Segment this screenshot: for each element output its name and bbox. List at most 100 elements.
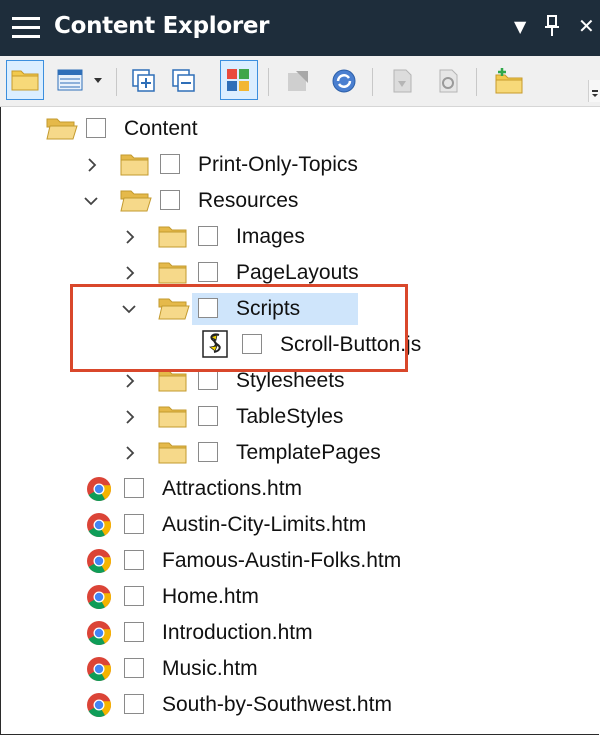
show-files-button[interactable] [220,60,258,100]
toolbar-overflow-button[interactable] [588,80,600,102]
tree-item-label: Introduction.htm [162,621,313,644]
tree-item-checkbox[interactable] [198,406,218,426]
hamburger-menu-icon[interactable] [12,17,40,39]
properties-button[interactable] [384,63,418,97]
chrome-browser-icon [86,476,112,502]
expand-all-button[interactable] [126,63,160,97]
open-icon [288,71,308,91]
tree-item-resources[interactable]: Resources [0,184,600,218]
toolbar-separator [116,68,117,96]
tree-item-checkbox[interactable] [86,118,106,138]
chrome-browser-icon [86,512,112,538]
tree-item-checkbox[interactable] [198,262,218,282]
tree-item-checkbox[interactable] [124,478,144,498]
toolbar-separator [372,68,373,96]
tree-item-tablestyles[interactable]: TableStyles [0,400,600,434]
chevron-down-icon[interactable] [82,191,98,211]
dropdown-arrow-icon [94,78,102,83]
chevron-right-icon[interactable] [122,227,138,247]
chrome-browser-icon [86,584,112,610]
view-dropdown-button[interactable] [88,63,108,97]
folder-icon [11,70,39,91]
tree-item-label: Stylesheets [236,369,345,392]
tree-item-checkbox[interactable] [198,226,218,246]
tree-item-label: PageLayouts [236,261,359,284]
panel-titlebar: Content Explorer ▼ ✕ [0,0,600,56]
tree-item-print-only-topics[interactable]: Print-Only-Topics [0,148,600,182]
tree-item-famous-austin-folks-htm[interactable]: Famous-Austin-Folks.htm [0,544,600,578]
chevron-right-icon[interactable] [122,263,138,283]
tree-item-music-htm[interactable]: Music.htm [0,652,600,686]
show-files-icon [227,69,249,91]
toolbar [0,56,600,107]
view-icon [57,69,83,91]
tree-item-label: Austin-City-Limits.htm [162,513,367,536]
tree-item-home-htm[interactable]: Home.htm [0,580,600,614]
edit-icon [439,69,458,93]
tree-item-checkbox[interactable] [124,586,144,606]
callout-highlight-box [70,284,408,372]
tree-item-label: Print-Only-Topics [198,153,358,176]
tree-item-label: Famous-Austin-Folks.htm [162,549,402,572]
tree-item-templatepages[interactable]: TemplatePages [0,436,600,470]
tree-item-label: Content [124,117,198,140]
tree-item-checkbox[interactable] [198,370,218,390]
tree-item-checkbox[interactable] [160,190,180,210]
collapse-all-icon [172,69,195,92]
tree-item-south-by-southwest-htm[interactable]: South-by-Southwest.htm [0,688,600,722]
pin-icon[interactable] [544,14,560,43]
tree-item-images[interactable]: Images [0,220,600,254]
tree-item-attractions-htm[interactable]: Attractions.htm [0,472,600,506]
tree-item-checkbox[interactable] [124,622,144,642]
chrome-browser-icon [86,692,112,718]
new-folder-icon [495,68,523,94]
tree-item-checkbox[interactable] [198,442,218,462]
properties-icon [393,69,412,93]
folder-icon [158,440,188,464]
folder-open-icon [46,116,78,140]
folder-icon [120,152,150,176]
tree-item-austin-city-limits-htm[interactable]: Austin-City-Limits.htm [0,508,600,542]
chrome-browser-icon [86,548,112,574]
tree-item-checkbox[interactable] [124,694,144,714]
close-icon[interactable]: ✕ [578,14,595,38]
open-button[interactable] [280,63,314,97]
expand-all-icon [132,69,155,92]
tree-item-checkbox[interactable] [124,658,144,678]
folder-open-icon [120,188,152,212]
chrome-browser-icon [86,620,112,646]
sync-button[interactable] [326,63,360,97]
tree-item-label: TemplatePages [236,441,381,464]
tree-item-content[interactable]: Content [0,112,600,146]
chrome-browser-icon [86,656,112,682]
tree-item-label: Images [236,225,305,248]
tree-item-label: TableStyles [236,405,344,428]
folder-icon [158,404,188,428]
edit-button[interactable] [430,63,464,97]
tree-item-checkbox[interactable] [124,550,144,570]
panel-dropdown-icon[interactable]: ▼ [514,17,526,36]
tree-item-label: Attractions.htm [162,477,303,500]
panel-title: Content Explorer [54,13,270,39]
folder-icon [158,224,188,248]
collapse-all-button[interactable] [166,63,200,97]
tree-item-label: Resources [198,189,299,212]
tree-item-checkbox[interactable] [124,514,144,534]
new-folder-button[interactable] [490,63,524,97]
chevron-right-icon[interactable] [122,443,138,463]
tree-item-introduction-htm[interactable]: Introduction.htm [0,616,600,650]
folder-view-button[interactable] [6,60,44,100]
chevron-right-icon[interactable] [122,407,138,427]
tree-item-label: Music.htm [162,657,258,680]
folder-icon [158,260,188,284]
chevron-down-icon [592,90,598,97]
tree-item-label: South-by-Southwest.htm [162,693,392,716]
chevron-right-icon[interactable] [84,155,100,175]
sync-icon [332,69,356,93]
toolbar-separator [476,68,477,96]
toolbar-separator [268,68,269,96]
view-button[interactable] [52,63,86,97]
chevron-right-icon[interactable] [122,371,138,391]
tree-item-label: Home.htm [162,585,259,608]
tree-item-checkbox[interactable] [160,154,180,174]
